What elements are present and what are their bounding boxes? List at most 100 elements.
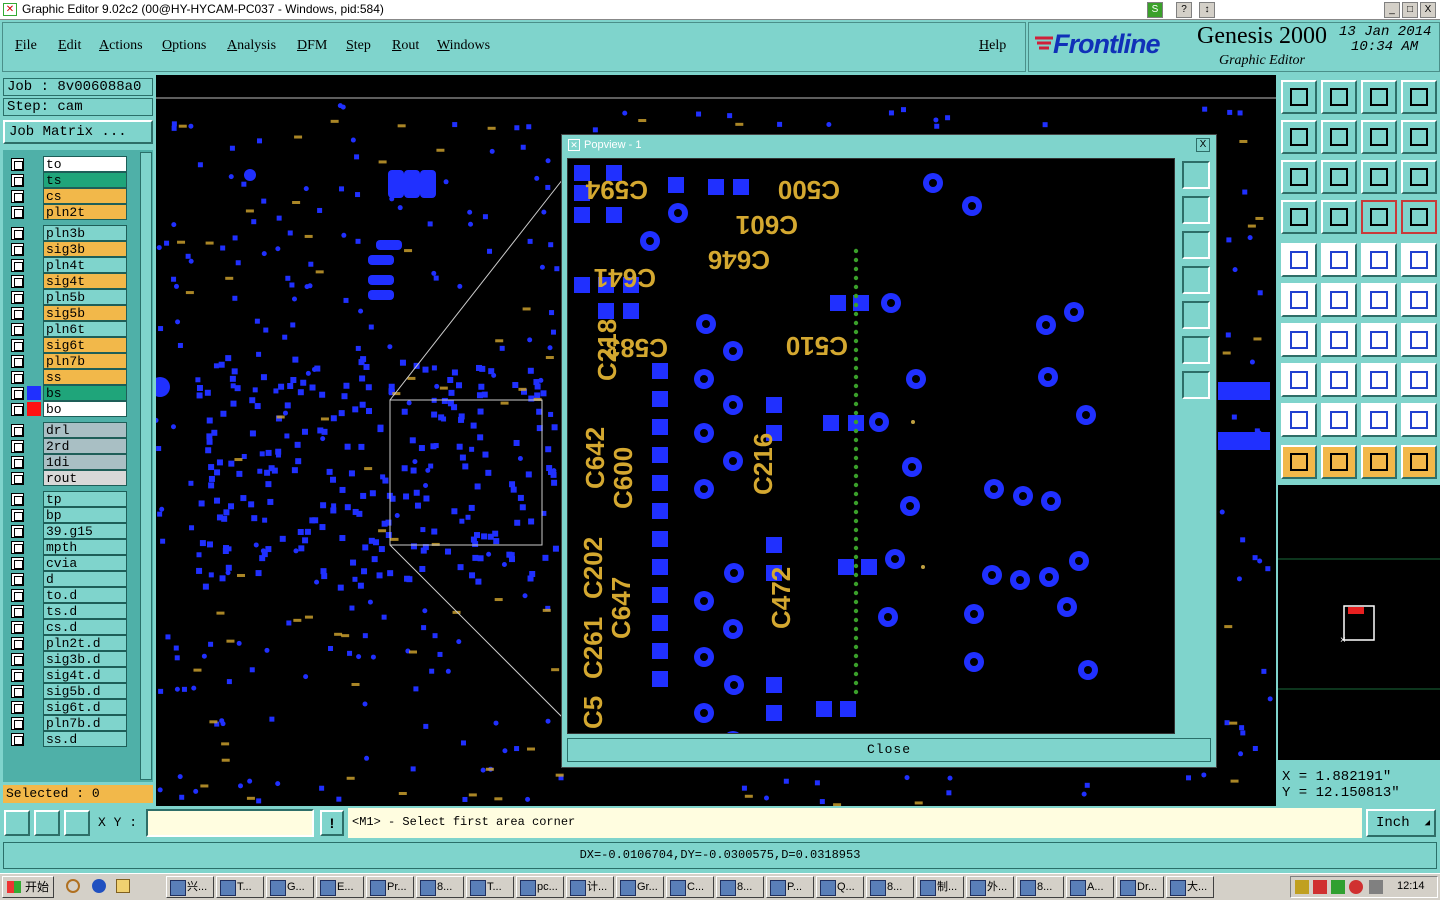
layer-checkbox[interactable] [11,158,24,171]
layer-color-swatch[interactable] [27,652,41,666]
grid-icon[interactable] [1321,200,1357,234]
layer-checkbox[interactable] [11,493,24,506]
layer-color-swatch[interactable] [27,306,41,320]
layer-row[interactable]: ◢pln7b.d [3,715,153,731]
measure-line-icon[interactable] [1321,363,1357,397]
layer-name[interactable]: drl [43,422,127,438]
menu-dfm[interactable]: DFM [297,38,327,54]
layer-row[interactable]: sig4t.d [3,667,153,683]
layer-color-swatch[interactable] [27,189,41,203]
layer-name[interactable]: pln4t [43,257,127,273]
menu-edit[interactable]: Edit [58,38,81,54]
layer-color-swatch[interactable] [27,540,41,554]
select-box-icon[interactable] [1321,445,1357,479]
layer-row[interactable]: ◢to.d [3,587,153,603]
layer-name[interactable]: ss.d [43,731,127,747]
pad-stack-icon[interactable] [1401,363,1437,397]
layer-checkbox[interactable] [11,403,24,416]
job-matrix-button[interactable]: Job Matrix ... [3,120,153,144]
layer-row[interactable]: sig4t [3,273,153,289]
layer-row[interactable]: ◢pln2t.d [3,635,153,651]
layer-name[interactable]: pln5b [43,289,127,305]
layer-color-swatch[interactable] [27,242,41,256]
popview-close-button[interactable]: Close [567,738,1211,762]
tools-icon[interactable] [1281,200,1317,234]
layer-color-swatch[interactable] [27,322,41,336]
layer-row[interactable]: sig3b [3,241,153,257]
taskbar-item[interactable]: 制... [916,876,964,898]
layer-color-swatch[interactable] [27,556,41,570]
taskbar-item[interactable]: Dr... [1116,876,1164,898]
layer-row[interactable]: ◢pln7b [3,353,153,369]
menu-step[interactable]: Step [346,38,371,54]
minimize-button[interactable]: _ [1384,2,1400,18]
layer-checkbox[interactable] [11,621,24,634]
layer-checkbox[interactable] [11,637,24,650]
layer-checkbox[interactable] [11,685,24,698]
taskbar-item[interactable]: 计... [566,876,614,898]
layer-color-swatch[interactable] [27,732,41,746]
menu-file[interactable]: File [15,38,37,54]
layer-row[interactable]: 39.g15 [3,523,153,539]
connect-icon[interactable] [1281,283,1317,317]
taskbar-item[interactable]: G... [266,876,314,898]
clock-app-icon[interactable] [66,879,80,893]
ratio-icon[interactable] [1361,160,1397,194]
layer-name[interactable]: sig6t [43,337,127,353]
layer-row[interactable]: cvia [3,555,153,571]
layer-checkbox[interactable] [11,243,24,256]
layer-checkbox[interactable] [11,387,24,400]
diagonal-icon[interactable] [1321,323,1357,357]
taskbar-item[interactable]: E... [316,876,364,898]
select-route-icon[interactable] [1401,445,1437,479]
shape-icon[interactable] [1281,363,1317,397]
menu-actions[interactable]: Actions [99,38,143,54]
redraw-icon[interactable] [1401,120,1437,154]
taskbar-item[interactable]: Q... [816,876,864,898]
layer-name[interactable]: to [43,156,127,172]
layer-checkbox[interactable] [11,573,24,586]
layer-checkbox[interactable] [11,190,24,203]
layer-color-swatch[interactable] [27,290,41,304]
layer-name[interactable]: rout [43,470,127,486]
layer-name[interactable]: ts [43,172,127,188]
info-icon[interactable]: ! [320,810,344,836]
layers-red-icon[interactable] [1361,200,1397,234]
layer-color-swatch[interactable] [27,588,41,602]
help-icon[interactable]: ? [1176,2,1192,18]
taskbar-item[interactable]: A... [1066,876,1114,898]
layer-color-swatch[interactable] [27,439,41,453]
layer-checkbox[interactable] [11,323,24,336]
layer-color-swatch[interactable] [27,423,41,437]
layer-row[interactable]: sig6t.d [3,699,153,715]
select-move-icon[interactable] [1361,445,1397,479]
pad-icon[interactable] [1401,243,1437,277]
layer-row[interactable]: pln6t [3,321,153,337]
layer-row[interactable]: tp [3,491,153,507]
layer-row[interactable]: ts [3,172,153,188]
layer-name[interactable]: sig3b.d [43,651,127,667]
layer-color-swatch[interactable] [27,370,41,384]
layers-red2-icon[interactable] [1401,200,1437,234]
layer-name[interactable]: mpth [43,539,127,555]
layer-checkbox[interactable] [11,701,24,714]
layer-checkbox[interactable] [11,669,24,682]
feature-select-icon[interactable] [1281,243,1317,277]
layer-name[interactable]: tp [43,491,127,507]
triangle-cut-icon[interactable] [1401,403,1437,437]
layer-checkbox[interactable] [11,525,24,538]
layer-name[interactable]: sig5b [43,305,127,321]
popview-pan-up-icon[interactable] [1182,196,1210,224]
taskbar-item[interactable]: 8... [416,876,464,898]
layer-color-swatch[interactable] [27,604,41,618]
layer-color-swatch[interactable] [27,173,41,187]
taskbar-item[interactable]: 外... [966,876,1014,898]
layer-checkbox[interactable] [11,717,24,730]
layer-row[interactable]: rout [3,470,153,486]
layer-row[interactable]: pln4t [3,257,153,273]
layer-name[interactable]: cvia [43,555,127,571]
triangle-a-icon[interactable] [1361,403,1397,437]
layer-checkbox[interactable] [11,509,24,522]
measure-icon[interactable] [34,810,60,836]
layer-row[interactable]: bo [3,401,153,417]
